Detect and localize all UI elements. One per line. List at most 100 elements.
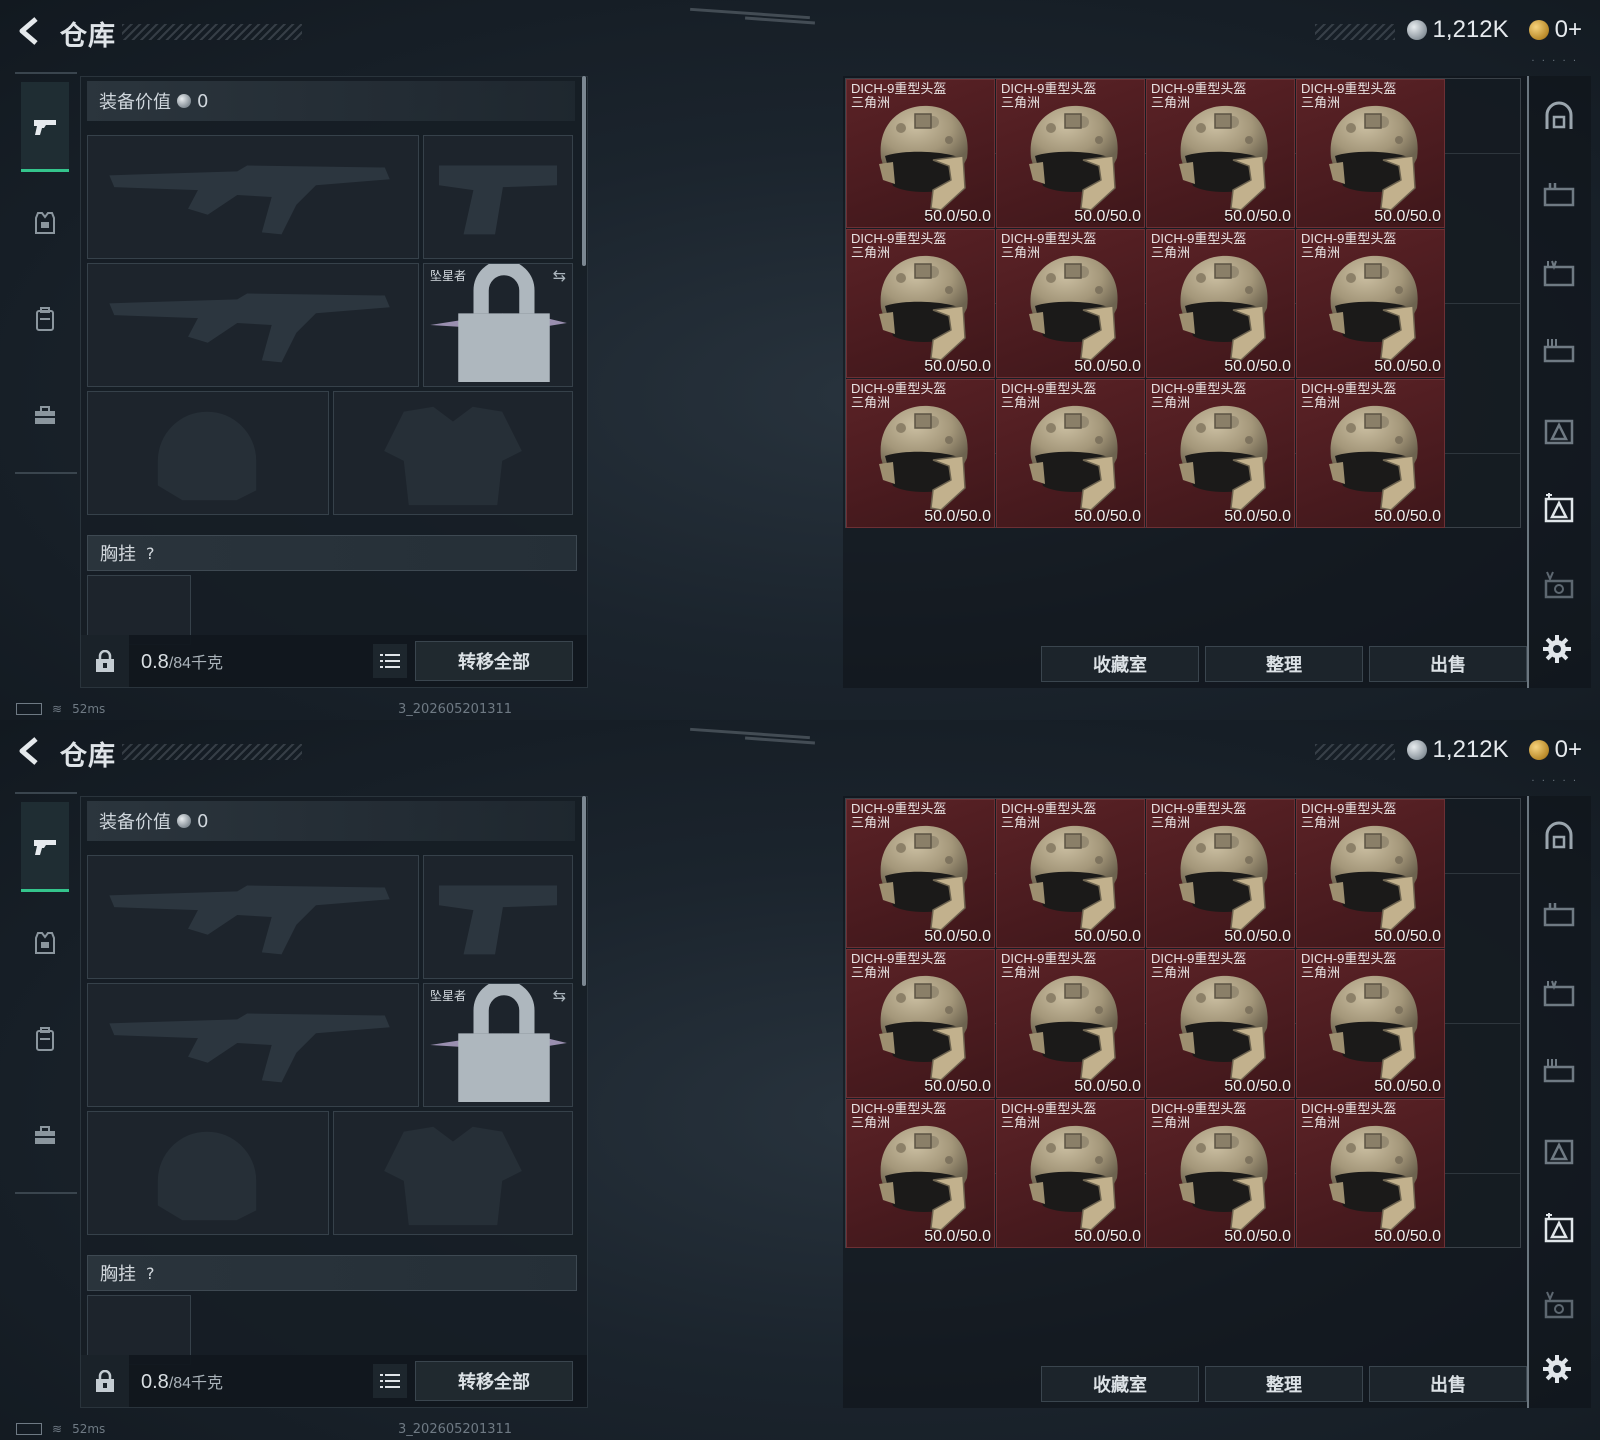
melee-slot[interactable]: 坠星者 ⇆ bbox=[423, 983, 573, 1107]
heavy-helmet-icon bbox=[1029, 975, 1118, 1081]
silver-amount: 1,212K bbox=[1432, 16, 1509, 43]
rail-tab-backpack[interactable] bbox=[21, 274, 69, 364]
inventory-item[interactable]: DICH-9重型头盔 三角洲 50.0/50.0 bbox=[846, 229, 995, 378]
sort-button[interactable]: 整理 bbox=[1205, 1366, 1363, 1402]
inventory-item[interactable]: DICH-9重型头盔 三角洲 50.0/50.0 bbox=[1146, 379, 1295, 528]
item-name: DICH-9重型头盔 三角洲 bbox=[1001, 951, 1097, 980]
inventory-item[interactable]: DICH-9重型头盔 三角洲 50.0/50.0 bbox=[1296, 799, 1445, 948]
helmet-slot[interactable] bbox=[87, 1111, 329, 1235]
transfer-all-button[interactable]: 转移全部 bbox=[415, 641, 573, 681]
back-arrow-icon[interactable] bbox=[16, 736, 46, 766]
inventory-grid: DICH-9重型头盔 三角洲 50.0/50.0 DICH-9重型头盔 三角洲 50… bbox=[845, 78, 1521, 528]
build-id: 3_202605201311 bbox=[398, 1422, 513, 1437]
inventory-item[interactable]: DICH-9重型头盔 三角洲 50.0/50.0 bbox=[1296, 79, 1445, 228]
collection-room-button[interactable]: 收藏室 bbox=[1041, 646, 1199, 682]
secondary-weapon-slot[interactable] bbox=[87, 983, 419, 1107]
inventory-item[interactable]: DICH-9重型头盔 三角洲 50.0/50.0 bbox=[1296, 229, 1445, 378]
sell-button[interactable]: 出售 bbox=[1369, 646, 1527, 682]
currency-bar[interactable]: 1,212K 0+ bbox=[1406, 736, 1582, 764]
lock-button[interactable] bbox=[81, 1355, 129, 1407]
equipment-scrollbar[interactable] bbox=[582, 796, 586, 986]
inventory-item[interactable]: DICH-9重型头盔 三角洲 50.0/50.0 bbox=[1146, 949, 1295, 1098]
helmet-silhouette-icon bbox=[157, 411, 257, 501]
lock-button[interactable] bbox=[81, 635, 129, 687]
inventory-item[interactable]: DICH-9重型头盔 三角洲 50.0/50.0 bbox=[1296, 1099, 1445, 1248]
chest-rig-header: 胸挂 ? bbox=[87, 1255, 577, 1291]
storage-tab-4[interactable] bbox=[1539, 332, 1579, 372]
storage-tab-3[interactable] bbox=[1539, 974, 1579, 1014]
equipment-scrollbar[interactable] bbox=[582, 76, 586, 266]
inventory-item[interactable]: DICH-9重型头盔 三角洲 50.0/50.0 bbox=[1146, 229, 1295, 378]
help-icon[interactable]: ? bbox=[146, 1264, 155, 1283]
storage-tab-5[interactable] bbox=[1539, 1130, 1579, 1170]
item-durability: 50.0/50.0 bbox=[924, 1228, 991, 1245]
body-armor-slot[interactable] bbox=[333, 1111, 573, 1235]
melee-slot[interactable]: 坠星者 ⇆ bbox=[423, 263, 573, 387]
item-durability: 50.0/50.0 bbox=[1374, 1228, 1441, 1245]
storage-rail bbox=[1527, 796, 1587, 1408]
back-arrow-icon[interactable] bbox=[16, 16, 46, 46]
inventory-item[interactable]: DICH-9重型头盔 三角洲 50.0/50.0 bbox=[1296, 379, 1445, 528]
storage-tab-3[interactable] bbox=[1539, 254, 1579, 294]
list-view-button[interactable] bbox=[373, 644, 407, 678]
item-name: DICH-9重型头盔 三角洲 bbox=[1001, 1101, 1097, 1130]
inventory-item[interactable]: DICH-9重型头盔 三角洲 50.0/50.0 bbox=[846, 949, 995, 1098]
help-icon[interactable]: ? bbox=[146, 544, 155, 563]
settings-gear-icon[interactable] bbox=[1542, 1354, 1572, 1384]
rack-2-icon bbox=[1543, 903, 1575, 927]
sell-button[interactable]: 出售 bbox=[1369, 1366, 1527, 1402]
collection-room-button[interactable]: 收藏室 bbox=[1041, 1366, 1199, 1402]
settings-gear-icon[interactable] bbox=[1542, 634, 1572, 664]
rail-tab-backpack[interactable] bbox=[21, 994, 69, 1084]
inventory-item[interactable]: DICH-9重型头盔 三角洲 50.0/50.0 bbox=[996, 949, 1145, 1098]
storage-tab-1[interactable] bbox=[1539, 98, 1579, 138]
rail-tab-armor[interactable] bbox=[21, 898, 69, 988]
lock-icon bbox=[96, 1370, 114, 1392]
rail-tab-toolbox[interactable] bbox=[21, 1090, 69, 1180]
helmet-slot[interactable] bbox=[87, 391, 329, 515]
rail-tab-toolbox[interactable] bbox=[21, 370, 69, 460]
rack-v-icon bbox=[1544, 1291, 1574, 1319]
storage-tab-1[interactable] bbox=[1539, 818, 1579, 858]
sidearm-slot[interactable] bbox=[423, 855, 573, 979]
inventory-item[interactable]: DICH-9重型头盔 三角洲 50.0/50.0 bbox=[996, 799, 1145, 948]
secondary-weapon-slot[interactable] bbox=[87, 263, 419, 387]
currency-bar[interactable]: 1,212K 0+ bbox=[1406, 16, 1582, 44]
inventory-item[interactable]: DICH-9重型头盔 三角洲 50.0/50.0 bbox=[996, 379, 1145, 528]
storage-tab-4[interactable] bbox=[1539, 1052, 1579, 1092]
storage-tab-2[interactable] bbox=[1539, 176, 1579, 216]
inventory-item[interactable]: DICH-9重型头盔 三角洲 50.0/50.0 bbox=[846, 799, 995, 948]
inventory-item[interactable]: DICH-9重型头盔 三角洲 50.0/50.0 bbox=[846, 1099, 995, 1248]
rail-tab-weapons[interactable] bbox=[21, 802, 69, 892]
sidearm-slot[interactable] bbox=[423, 135, 573, 259]
storage-tab-6[interactable] bbox=[1539, 1208, 1579, 1248]
inventory-item[interactable]: DICH-9重型头盔 三角洲 50.0/50.0 bbox=[996, 1099, 1145, 1248]
storage-tab-6[interactable] bbox=[1539, 488, 1579, 528]
inventory-item[interactable]: DICH-9重型头盔 三角洲 50.0/50.0 bbox=[1296, 949, 1445, 1098]
list-view-button[interactable] bbox=[373, 1364, 407, 1398]
storage-tab-7[interactable] bbox=[1539, 1286, 1579, 1326]
primary-weapon-slot[interactable] bbox=[87, 135, 419, 259]
heavy-helmet-icon bbox=[1179, 105, 1268, 211]
inventory-item[interactable]: DICH-9重型头盔 三角洲 50.0/50.0 bbox=[846, 79, 995, 228]
inventory-item[interactable]: DICH-9重型头盔 三角洲 50.0/50.0 bbox=[846, 379, 995, 528]
sort-button[interactable]: 整理 bbox=[1205, 646, 1363, 682]
primary-weapon-slot[interactable] bbox=[87, 855, 419, 979]
inventory-item[interactable]: DICH-9重型头盔 三角洲 50.0/50.0 bbox=[1146, 1099, 1295, 1248]
rail-tab-armor[interactable] bbox=[21, 178, 69, 268]
storage-tab-7[interactable] bbox=[1539, 566, 1579, 606]
transfer-all-button[interactable]: 转移全部 bbox=[415, 1361, 573, 1401]
inventory-item[interactable]: DICH-9重型头盔 三角洲 50.0/50.0 bbox=[996, 229, 1145, 378]
inventory-item[interactable]: DICH-9重型头盔 三角洲 50.0/50.0 bbox=[996, 79, 1145, 228]
rail-tab-weapons[interactable] bbox=[21, 82, 69, 172]
storage-tab-5[interactable] bbox=[1539, 410, 1579, 450]
item-name: DICH-9重型头盔 三角洲 bbox=[1001, 231, 1097, 260]
list-icon bbox=[380, 1374, 400, 1388]
body-armor-slot[interactable] bbox=[333, 391, 573, 515]
inventory-item[interactable]: DICH-9重型头盔 三角洲 50.0/50.0 bbox=[1146, 799, 1295, 948]
heavy-helmet-icon bbox=[1029, 825, 1118, 931]
inventory-item[interactable]: DICH-9重型头盔 三角洲 50.0/50.0 bbox=[1146, 79, 1295, 228]
item-durability: 50.0/50.0 bbox=[1224, 508, 1291, 525]
storage-tab-2[interactable] bbox=[1539, 896, 1579, 936]
chest-rig-label: 胸挂 bbox=[100, 1264, 136, 1285]
